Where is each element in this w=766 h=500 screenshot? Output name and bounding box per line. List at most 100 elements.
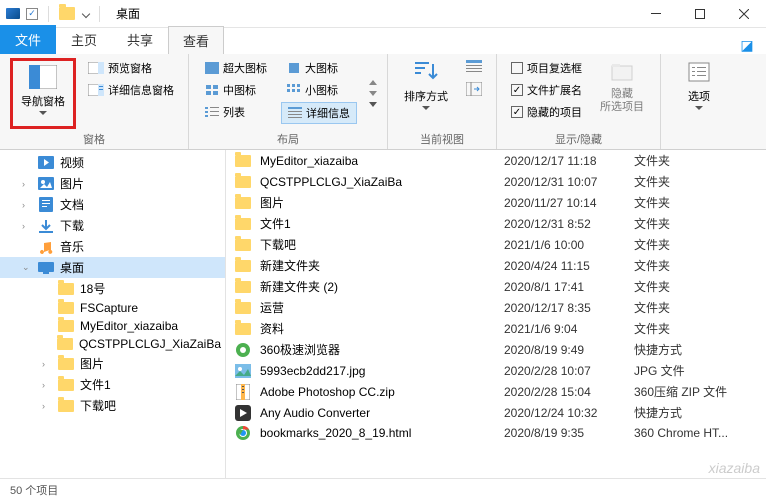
- tree-node[interactable]: 音乐: [0, 236, 225, 257]
- tree-node[interactable]: QCSTPPLCLGJ_XiaZaiBa: [0, 335, 225, 353]
- hidden-items-toggle[interactable]: ✓隐藏的项目: [507, 102, 586, 122]
- expand-arrow[interactable]: ›: [22, 200, 32, 210]
- scroll-down-icon[interactable]: [369, 91, 377, 96]
- tree-label: 图片: [80, 355, 104, 372]
- file-type: 快捷方式: [634, 341, 758, 358]
- file-row[interactable]: 5993ecb2dd217.jpg2020/2/28 10:07JPG 文件: [226, 360, 766, 381]
- expand-arrow[interactable]: ›: [42, 359, 52, 369]
- fold-icon: [234, 279, 252, 295]
- scroll-up-icon[interactable]: [369, 80, 377, 85]
- file-row[interactable]: 文件12020/12/31 8:52文件夹: [226, 213, 766, 234]
- file-date: 2021/1/6 9:04: [504, 322, 634, 336]
- chr-icon: [234, 425, 252, 441]
- size-columns-button[interactable]: [462, 80, 486, 98]
- tree-node[interactable]: ›图片: [0, 173, 225, 194]
- file-row[interactable]: MyEditor_xiazaiba2020/12/17 11:18文件夹: [226, 150, 766, 171]
- help-icon[interactable]: ◪: [738, 36, 756, 54]
- highlight-box: 导航窗格: [10, 58, 76, 129]
- file-name: 5993ecb2dd217.jpg: [260, 364, 504, 378]
- tree-label: MyEditor_xiazaiba: [80, 319, 178, 333]
- ribbon-group-layout: 超大图标 中图标 列表 大图标 小图标 详细信息 布局: [189, 54, 388, 149]
- minimize-button[interactable]: [634, 0, 678, 28]
- file-date: 2020/12/17 8:35: [504, 301, 634, 315]
- group-label-layout: 布局: [199, 129, 377, 147]
- file-name: 运营: [260, 299, 504, 316]
- fold-icon: [234, 174, 252, 190]
- file-list[interactable]: MyEditor_xiazaiba2020/12/17 11:18文件夹QCST…: [226, 150, 766, 478]
- tree-node[interactable]: 18号: [0, 278, 225, 299]
- expand-arrow[interactable]: ⌄: [22, 262, 32, 273]
- qat-dropdown-icon[interactable]: [82, 9, 90, 17]
- tab-share[interactable]: 共享: [112, 25, 168, 54]
- maximize-button[interactable]: [678, 0, 722, 28]
- expand-arrow[interactable]: ›: [22, 221, 32, 231]
- nav-pane-button[interactable]: 导航窗格: [15, 63, 71, 115]
- tree-label: QCSTPPLCLGJ_XiaZaiBa: [79, 337, 221, 351]
- preview-pane-button[interactable]: 预览窗格: [84, 58, 178, 78]
- file-name: MyEditor_xiazaiba: [260, 154, 504, 168]
- tree-label: 18号: [80, 280, 105, 297]
- expand-arrow[interactable]: ›: [42, 380, 52, 390]
- down-icon: [38, 219, 54, 233]
- close-button[interactable]: [722, 0, 766, 28]
- file-row[interactable]: 资料2021/1/6 9:04文件夹: [226, 318, 766, 339]
- fold-icon: [58, 282, 74, 296]
- add-columns-button[interactable]: [462, 58, 486, 76]
- file-row[interactable]: QCSTPPLCLGJ_XiaZaiBa2020/12/31 10:07文件夹: [226, 171, 766, 192]
- folder-icon: [59, 7, 75, 20]
- tab-home[interactable]: 主页: [56, 25, 112, 54]
- view-details[interactable]: 详细信息: [281, 102, 357, 124]
- ribbon-group-options: 选项: [661, 54, 737, 149]
- tree-label: 下载吧: [80, 397, 116, 414]
- expand-icon[interactable]: [369, 102, 377, 107]
- pic-icon: [38, 177, 54, 191]
- view-xl-icons[interactable]: 超大图标: [199, 58, 273, 78]
- file-name: bookmarks_2020_8_19.html: [260, 426, 504, 440]
- tree-node[interactable]: 视频: [0, 152, 225, 173]
- file-row[interactable]: 下载吧2021/1/6 10:00文件夹: [226, 234, 766, 255]
- tree-node[interactable]: ›文档: [0, 194, 225, 215]
- file-row[interactable]: 图片2020/11/27 10:14文件夹: [226, 192, 766, 213]
- file-row[interactable]: Any Audio Converter2020/12/24 10:32快捷方式: [226, 402, 766, 423]
- status-bar: 50 个项目: [0, 478, 766, 500]
- qat-checkbox[interactable]: ✓: [26, 8, 38, 20]
- file-name: 360极速浏览器: [260, 341, 504, 358]
- sort-by-button[interactable]: 排序方式: [398, 58, 454, 129]
- expand-arrow[interactable]: ›: [22, 179, 32, 189]
- file-row[interactable]: 新建文件夹 (2)2020/8/1 17:41文件夹: [226, 276, 766, 297]
- file-row[interactable]: 新建文件夹2020/4/24 11:15文件夹: [226, 255, 766, 276]
- group-label-panes: 窗格: [10, 129, 178, 147]
- ribbon-tabs: 文件 主页 共享 查看 ◪: [0, 28, 766, 54]
- file-row[interactable]: 360极速浏览器2020/8/19 9:49快捷方式: [226, 339, 766, 360]
- ribbon-group-show-hide: 项目复选框 ✓文件扩展名 ✓隐藏的项目 隐藏 所选项目 显示/隐藏: [497, 54, 661, 149]
- expand-arrow[interactable]: ›: [42, 401, 52, 411]
- file-row[interactable]: 运营2020/12/17 8:35文件夹: [226, 297, 766, 318]
- tree-node[interactable]: ⌄桌面: [0, 257, 225, 278]
- file-row[interactable]: bookmarks_2020_8_19.html2020/8/19 9:3536…: [226, 423, 766, 443]
- navigation-tree[interactable]: 视频 › 图片 ›文档›下载音乐⌄桌面 18号 FSCapture MyEditor_xia…: [0, 150, 226, 478]
- tree-node[interactable]: FSCapture: [0, 299, 225, 317]
- view-m-icons[interactable]: 中图标: [199, 80, 273, 100]
- tree-node[interactable]: MyEditor_xiazaiba: [0, 317, 225, 335]
- tree-node[interactable]: ›下载: [0, 215, 225, 236]
- file-type: 文件夹: [634, 152, 758, 169]
- file-date: 2020/8/1 17:41: [504, 280, 634, 294]
- item-checkboxes-toggle[interactable]: 项目复选框: [507, 58, 586, 78]
- file-date: 2021/1/6 10:00: [504, 238, 634, 252]
- tree-node[interactable]: › 下载吧: [0, 395, 225, 416]
- app2-icon: [234, 405, 252, 421]
- tree-node[interactable]: › 图片: [0, 353, 225, 374]
- tab-view[interactable]: 查看: [168, 26, 224, 54]
- view-list[interactable]: 列表: [199, 102, 273, 122]
- view-l-icons[interactable]: 大图标: [281, 58, 357, 78]
- options-button[interactable]: 选项: [671, 58, 727, 145]
- view-s-icons[interactable]: 小图标: [281, 80, 357, 100]
- file-row[interactable]: Adobe Photoshop CC.zip2020/2/28 15:04360…: [226, 381, 766, 402]
- tab-file[interactable]: 文件: [0, 25, 56, 54]
- tree-node[interactable]: ›文件1: [0, 374, 225, 395]
- file-extensions-toggle[interactable]: ✓文件扩展名: [507, 80, 586, 100]
- ribbon-group-current-view: 排序方式 当前视图: [388, 54, 497, 149]
- hide-selected-button[interactable]: 隐藏 所选项目: [594, 58, 650, 129]
- chevron-down-icon: [695, 106, 703, 110]
- details-pane-button[interactable]: 详细信息窗格: [84, 80, 178, 100]
